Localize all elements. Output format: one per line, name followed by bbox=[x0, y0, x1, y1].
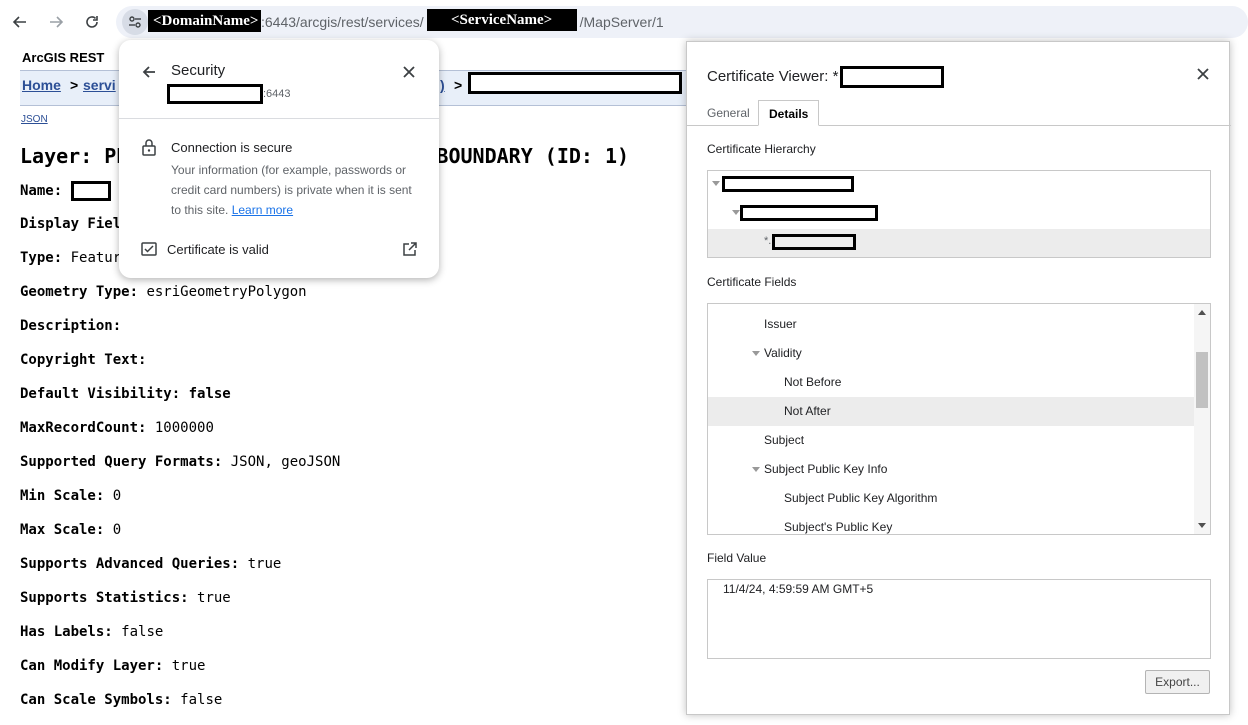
field-validity[interactable]: Validity bbox=[708, 339, 1194, 368]
reload-icon bbox=[86, 16, 98, 28]
expand-triangle-icon bbox=[752, 351, 760, 356]
prop-scale-symbols: Can Scale Symbols: false bbox=[20, 692, 223, 708]
field-not-before[interactable]: Not Before bbox=[708, 368, 1194, 397]
prop-can-modify: Can Modify Layer: true bbox=[20, 658, 206, 674]
domain-name-redaction: <DomainName> bbox=[148, 10, 261, 32]
close-icon[interactable] bbox=[1195, 66, 1211, 82]
viewer-tabs: General Details bbox=[687, 100, 1231, 126]
back-button[interactable] bbox=[8, 10, 32, 34]
field-value-box[interactable]: 11/4/24, 4:59:59 AM GMT+5 bbox=[707, 579, 1211, 659]
forward-button[interactable] bbox=[44, 10, 68, 34]
expand-triangle-icon bbox=[752, 467, 760, 472]
prop-max-record-count: MaxRecordCount: 1000000 bbox=[20, 420, 214, 436]
url-path-part: :6443/arcgis/rest/services/ bbox=[261, 14, 424, 30]
layer-heading-left: Layer: PD bbox=[20, 144, 129, 168]
expand-triangle-icon bbox=[732, 210, 740, 215]
connection-info: Your information (for example, passwords… bbox=[171, 163, 412, 217]
open-external-icon[interactable] bbox=[402, 241, 418, 257]
expand-triangle-icon bbox=[712, 181, 720, 186]
url-text[interactable]: <DomainName>:6443/arcgis/rest/services/<… bbox=[148, 9, 664, 32]
title-redaction bbox=[840, 66, 945, 88]
learn-more-link[interactable]: Learn more bbox=[232, 203, 293, 217]
prop-default-visibility: Default Visibility: false bbox=[20, 386, 231, 402]
hierarchy-root[interactable] bbox=[708, 171, 1210, 199]
scroll-thumb[interactable] bbox=[1196, 352, 1208, 408]
prop-name: Name: bbox=[20, 181, 111, 201]
breadcrumb-sep: > bbox=[70, 77, 79, 93]
prop-advanced-queries: Supports Advanced Queries: true bbox=[20, 556, 282, 572]
site-info-button[interactable] bbox=[122, 9, 148, 35]
host-redaction bbox=[167, 84, 263, 104]
certificate-valid-button[interactable]: Certificate is valid bbox=[167, 242, 269, 257]
leaf-prefix: *. bbox=[764, 235, 772, 247]
tab-general[interactable]: General bbox=[697, 100, 760, 126]
popup-title: Security bbox=[171, 62, 226, 79]
close-icon[interactable] bbox=[401, 64, 417, 80]
field-value-label: Field Value bbox=[707, 551, 767, 565]
scroll-up-icon[interactable] bbox=[1198, 310, 1206, 315]
arrow-left-icon bbox=[12, 16, 26, 28]
fields-scrollbar[interactable] bbox=[1194, 304, 1210, 534]
certificate-icon bbox=[141, 242, 157, 256]
tab-details[interactable]: Details bbox=[758, 100, 820, 126]
field-issuer[interactable]: Issuer bbox=[708, 310, 1194, 339]
prop-max-scale: Max Scale: 0 bbox=[20, 522, 122, 538]
field-subject-public-key-info[interactable]: Subject Public Key Info bbox=[708, 455, 1194, 484]
prop-description: Description: bbox=[20, 318, 122, 334]
root-redaction bbox=[722, 176, 854, 192]
json-link[interactable]: JSON bbox=[21, 114, 48, 125]
hierarchy-label: Certificate Hierarchy bbox=[707, 142, 816, 156]
leaf-redaction bbox=[772, 234, 856, 250]
hierarchy-intermediate[interactable] bbox=[708, 200, 1210, 228]
prop-type: Type: Featur bbox=[20, 250, 122, 266]
reload-button[interactable] bbox=[80, 10, 104, 34]
certificate-hierarchy-tree: *. bbox=[707, 170, 1211, 258]
name-redaction bbox=[70, 181, 111, 201]
breadcrumb-fragment[interactable]: ) bbox=[440, 77, 445, 93]
scroll-down-icon[interactable] bbox=[1198, 523, 1206, 528]
prop-min-scale: Min Scale: 0 bbox=[20, 488, 122, 504]
certificate-viewer: Certificate Viewer: * General Details Ce… bbox=[686, 41, 1231, 715]
prop-copyright: Copyright Text: bbox=[20, 352, 147, 368]
url-path-tail: /MapServer/1 bbox=[579, 14, 664, 30]
security-popup: Security :6443 Connection is secure Your… bbox=[119, 40, 439, 278]
field-public-key-algorithm[interactable]: Subject Public Key Algorithm bbox=[708, 484, 1194, 513]
field-public-key[interactable]: Subject's Public Key bbox=[708, 513, 1194, 534]
lock-icon bbox=[142, 139, 156, 156]
divider bbox=[119, 118, 439, 119]
popup-subtitle: :6443 bbox=[167, 84, 291, 104]
prop-has-labels: Has Labels: false bbox=[20, 624, 164, 640]
field-subject[interactable]: Subject bbox=[708, 426, 1194, 455]
layer-heading-right: _BOUNDARY (ID: 1) bbox=[424, 144, 630, 168]
breadcrumb-services[interactable]: servi bbox=[83, 77, 116, 93]
breadcrumb-sep: > bbox=[454, 77, 463, 93]
connection-status: Connection is secure bbox=[171, 140, 293, 155]
hierarchy-leaf[interactable]: *. bbox=[708, 229, 1210, 257]
viewer-title: Certificate Viewer: * bbox=[707, 66, 945, 88]
fields-label: Certificate Fields bbox=[707, 275, 797, 289]
breadcrumb-redaction bbox=[468, 72, 682, 94]
prop-statistics: Supports Statistics: true bbox=[20, 590, 231, 606]
prop-query-formats: Supported Query Formats: JSON, geoJSON bbox=[20, 454, 341, 470]
intermediate-redaction bbox=[740, 205, 878, 221]
tune-icon bbox=[129, 16, 141, 28]
field-not-after[interactable]: Not After bbox=[708, 397, 1194, 426]
service-name-redaction: <ServiceName> bbox=[426, 9, 577, 31]
certificate-fields-tree: Issuer Validity Not Before Not After Sub… bbox=[707, 303, 1211, 535]
page-header-title: ArcGIS REST bbox=[22, 50, 105, 65]
prop-display-field: Display Field bbox=[20, 216, 130, 232]
breadcrumb-home[interactable]: Home bbox=[22, 77, 61, 93]
back-arrow-icon[interactable] bbox=[139, 62, 159, 82]
prop-geometry-type: Geometry Type: esriGeometryPolygon bbox=[20, 284, 307, 300]
arrow-right-icon bbox=[50, 16, 64, 28]
browser-toolbar: <DomainName>:6443/arcgis/rest/services/<… bbox=[0, 0, 1248, 44]
export-button[interactable]: Export... bbox=[1145, 670, 1210, 694]
